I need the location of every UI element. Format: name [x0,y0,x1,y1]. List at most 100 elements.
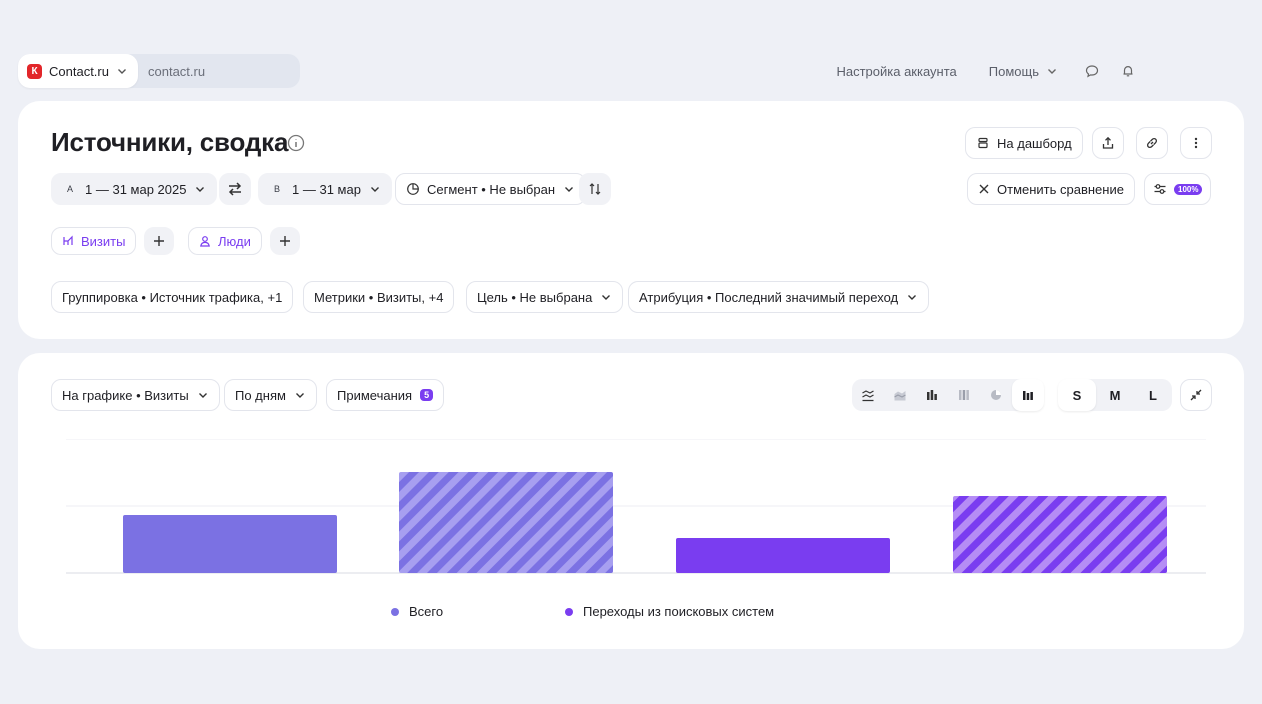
granularity-select[interactable]: По дням [224,379,317,411]
tab-visits-label: Визиты [81,233,126,249]
goal-select[interactable]: Цель • Не выбрана [466,281,624,313]
bar-search-period-b[interactable] [953,496,1167,573]
settings-sliders-icon [1154,184,1166,194]
swap-periods-button[interactable] [219,173,251,205]
segment-select[interactable]: Сегмент • Не выбран [395,173,587,205]
chart-type-area[interactable] [884,379,916,411]
size-m[interactable]: M [1096,379,1134,411]
legend-item-search[interactable]: Переходы из поисковых систем [565,604,774,619]
chevron-down-icon [1048,69,1056,74]
plus-icon [280,236,290,246]
add-to-dashboard-button[interactable]: На дашборд [965,127,1083,159]
chevron-down-icon [602,295,611,300]
segment-label: Сегмент • Не выбран [427,181,556,197]
grouping-button[interactable]: Группировка • Источник трафика, +1 [51,281,294,313]
chevron-down-icon [908,295,917,300]
tab-people[interactable]: Люди [188,227,262,255]
close-icon [978,183,990,195]
tab-visits[interactable]: Визиты [51,227,137,255]
chart-type-line[interactable] [852,379,884,411]
bar-total-period-b[interactable] [399,472,613,573]
chart-metric-select[interactable]: На графике • Визиты [51,379,220,411]
chevron-down-icon [198,393,207,398]
size-s[interactable]: S [1058,379,1096,411]
chevron-down-icon [196,187,205,192]
filter-button[interactable] [579,173,611,205]
collapse-button[interactable] [1180,379,1212,411]
legend-label: Переходы из поисковых систем [583,604,775,619]
period-b-select[interactable]: B 1 — 31 мар [258,173,392,205]
legend-label: Всего [409,604,444,619]
cancel-compare-label: Отменить сравнение [997,181,1124,197]
account-select[interactable]: К Contact.ru [18,54,138,88]
notes-label: Примечания [337,387,413,403]
collapse-icon [1190,389,1202,401]
sort-arrows-icon [589,183,601,195]
column-chart-icon [927,390,937,400]
page-title: Источники, сводка [51,127,289,157]
account-name: Contact.ru [49,63,109,79]
bar-search-period-a[interactable] [676,538,890,573]
chevron-down-icon [370,187,379,192]
sampling-button[interactable]: 100% [1144,173,1212,205]
legend-dot [565,607,573,616]
legend-item-total[interactable]: Всего [391,604,443,619]
chart-card: На графике • Визиты По дням Примечания 5… [18,353,1244,649]
attribution-select[interactable]: Атрибуция • Последний значимый переход [628,281,930,313]
link-icon [1147,138,1158,149]
info-icon[interactable] [287,134,305,152]
user-icon [199,235,211,247]
swap-icon [228,182,242,196]
help-label: Помощь [988,63,1039,79]
chart-metric-label: На графике • Визиты [62,387,189,403]
chevron-down-icon [117,69,126,74]
bell-icon[interactable] [1120,63,1136,79]
copy-link-button[interactable] [1136,127,1168,159]
period-a-value: 1 — 31 мар 2025 [85,181,187,197]
tab-people-label: Люди [218,233,251,249]
add-to-dashboard-label: На дашборд [997,135,1072,151]
upload-icon [1102,136,1114,149]
attribution-label: Атрибуция • Последний значимый переход [639,289,899,305]
period-a-select[interactable]: A 1 — 31 мар 2025 [51,173,218,205]
notes-button[interactable]: Примечания 5 [326,379,445,411]
bar-total-period-a[interactable] [123,515,337,573]
bar-chart [66,439,1206,574]
cancel-compare-button[interactable]: Отменить сравнение [967,173,1135,205]
dashboard-icon [976,136,990,150]
add-people-metric-button[interactable] [270,227,300,255]
account-settings-link[interactable]: Настройка аккаунта [836,64,956,79]
period-b-value: 1 — 31 мар [292,181,361,197]
account-url: contact.ru [148,63,206,79]
report-header-card: Источники, сводка На дашборд A 1 — 31 ма… [18,101,1244,339]
metrics-label: Метрики • Визиты, +4 [314,289,444,305]
segment-icon [406,182,420,196]
more-button[interactable] [1180,127,1212,159]
add-visits-metric-button[interactable] [144,227,174,255]
pie-chart-icon [991,390,1001,400]
legend-dot [391,607,399,616]
metrics-button[interactable]: Метрики • Визиты, +4 [303,281,455,313]
sampling-badge: 100% [1174,183,1203,195]
area-chart-icon [894,391,906,401]
chart-size-switcher: S M L [1058,379,1172,411]
chevron-down-icon [565,187,574,192]
period-b-letter: B [274,184,281,194]
grouping-label: Группировка • Источник трафика, +1 [62,289,283,305]
help-menu[interactable]: Помощь [989,64,1058,79]
period-a-letter: A [67,184,74,194]
chevron-down-icon [295,393,304,398]
notes-count-badge: 5 [420,389,434,401]
size-l[interactable]: L [1134,379,1172,411]
export-button[interactable] [1092,127,1124,159]
chart-type-stacked[interactable] [948,379,980,411]
chart-type-bar[interactable] [1012,379,1044,411]
chart-type-column[interactable] [916,379,948,411]
more-vertical-icon [1194,137,1198,149]
plus-icon [154,236,164,246]
chat-icon[interactable] [1084,63,1100,79]
granularity-label: По дням [235,387,286,403]
chart-type-pie[interactable] [980,379,1012,411]
chart-legend: Всего Переходы из поисковых систем [18,604,1244,624]
stacked-chart-icon [959,390,969,400]
